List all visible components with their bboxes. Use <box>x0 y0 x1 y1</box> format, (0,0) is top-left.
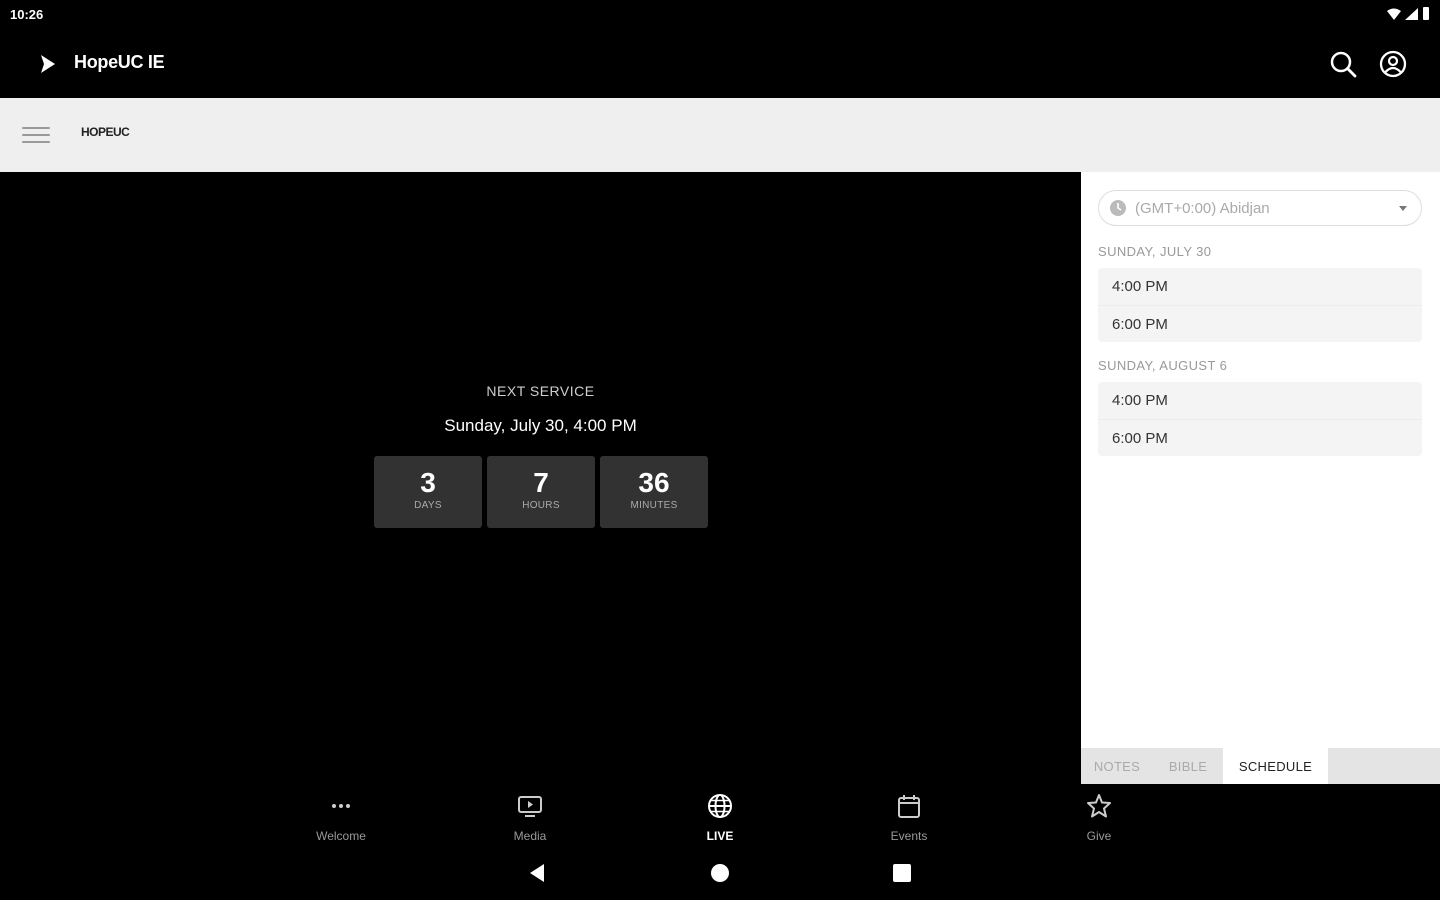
nav-live[interactable]: LIVE <box>670 792 770 843</box>
video-area: NEXT SERVICE Sunday, July 30, 4:00 PM 3 … <box>0 172 1081 784</box>
calendar-icon <box>898 795 920 818</box>
countdown-days: 3 DAYS <box>374 456 482 528</box>
schedule-day-group: 4:00 PM 6:00 PM <box>1098 268 1422 342</box>
countdown-unit: MINUTES <box>630 500 678 511</box>
timezone-value: (GMT+0:00) Abidjan <box>1135 199 1270 217</box>
countdown-unit: DAYS <box>414 500 442 511</box>
nav-label: LIVE <box>706 829 734 843</box>
countdown-value: 7 <box>533 467 549 498</box>
recents-icon[interactable] <box>890 861 914 885</box>
countdown-unit: HOURS <box>522 500 560 511</box>
tab-bible[interactable]: BIBLE <box>1153 748 1223 784</box>
wifi-icon <box>1387 8 1401 20</box>
status-time: 10:26 <box>10 7 44 22</box>
star-icon <box>1087 794 1111 818</box>
search-icon[interactable] <box>1328 49 1358 79</box>
sub-bar: HOPEUC <box>0 98 1440 172</box>
schedule-day-label: SUNDAY, JULY 30 <box>1098 244 1212 259</box>
church-logo: HOPEUC <box>81 125 130 139</box>
timezone-select[interactable]: (GMT+0:00) Abidjan <box>1098 190 1422 226</box>
status-bar: 10:26 <box>0 0 1440 30</box>
service-time[interactable]: 4:00 PM <box>1098 382 1422 419</box>
countdown-minutes: 36 MINUTES <box>600 456 708 528</box>
countdown-hours: 7 HOURS <box>487 456 595 528</box>
nav-label: Media <box>513 829 547 843</box>
battery-icon <box>1423 7 1429 20</box>
nav-welcome[interactable]: Welcome <box>291 792 391 843</box>
service-time[interactable]: 4:00 PM <box>1098 268 1422 305</box>
panel-tabs: NOTES BIBLE SCHEDULE <box>1081 748 1440 784</box>
tab-schedule[interactable]: SCHEDULE <box>1223 748 1328 784</box>
back-icon[interactable] <box>526 861 550 885</box>
nav-give[interactable]: Give <box>1049 792 1149 843</box>
status-icons <box>1387 7 1430 20</box>
app-bar: HopeUC IE <box>0 30 1440 98</box>
countdown-value: 3 <box>420 467 436 498</box>
nav-media[interactable]: Media <box>480 792 580 843</box>
globe-icon <box>708 794 732 818</box>
hamburger-menu-icon[interactable] <box>22 122 50 148</box>
dropdown-caret-icon <box>1399 205 1407 211</box>
more-dots-icon <box>332 804 350 808</box>
signal-icon <box>1405 7 1418 20</box>
account-icon[interactable] <box>1378 49 1408 79</box>
countdown-timer: 3 DAYS 7 HOURS 36 MINUTES <box>374 456 708 528</box>
bottom-nav: Welcome Media LIVE Events Give <box>0 784 1440 846</box>
service-time[interactable]: 6:00 PM <box>1098 419 1422 456</box>
nav-label: Welcome <box>316 829 366 843</box>
schedule-day-group: 4:00 PM 6:00 PM <box>1098 382 1422 456</box>
tv-icon <box>518 796 542 817</box>
nav-events[interactable]: Events <box>859 792 959 843</box>
home-icon[interactable] <box>708 861 732 885</box>
system-nav <box>0 846 1440 900</box>
schedule-panel: (GMT+0:00) Abidjan SUNDAY, JULY 30 4:00 … <box>1081 172 1440 784</box>
next-service-date: Sunday, July 30, 4:00 PM <box>444 416 637 435</box>
app-title: HopeUC IE <box>74 52 165 72</box>
nav-label: Events <box>890 829 928 843</box>
schedule-day-label: SUNDAY, AUGUST 6 <box>1098 358 1228 373</box>
countdown-value: 36 <box>638 467 670 498</box>
next-service-label: NEXT SERVICE <box>486 383 595 399</box>
nav-label: Give <box>1086 829 1112 843</box>
tab-notes[interactable]: NOTES <box>1081 748 1153 784</box>
service-time[interactable]: 6:00 PM <box>1098 305 1422 342</box>
clock-icon <box>1110 200 1126 216</box>
chevron-right-logo-icon <box>41 55 55 73</box>
